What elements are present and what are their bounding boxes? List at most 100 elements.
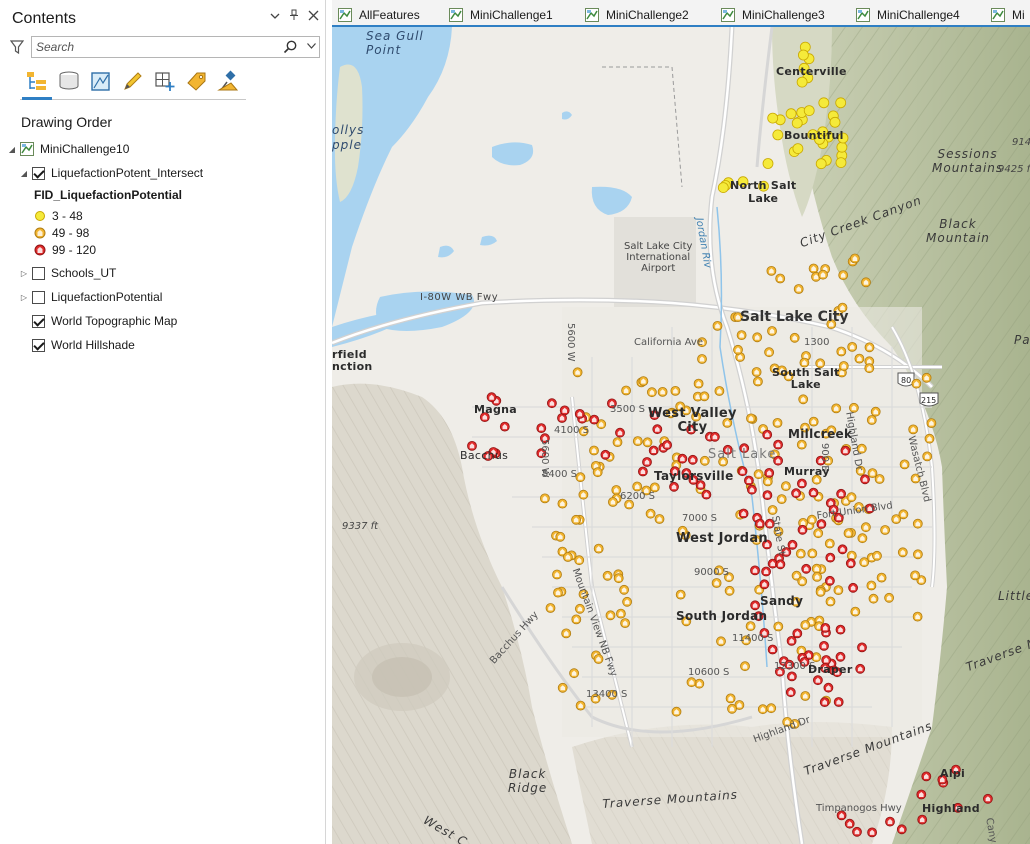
legend-class: 99 - 120 xyxy=(34,242,96,258)
school-point[interactable] xyxy=(797,49,809,61)
list-by-editing-icon[interactable] xyxy=(120,68,146,94)
search-icon[interactable] xyxy=(282,39,298,55)
tab-label: MiniChallenge1 xyxy=(470,8,553,22)
filter-icon[interactable] xyxy=(10,39,24,55)
label-3500s: 3500 S xyxy=(610,404,645,415)
school-point[interactable] xyxy=(772,129,784,141)
legend-class: 49 - 98 xyxy=(34,225,89,241)
search-input[interactable] xyxy=(36,39,272,55)
layer-name: Schools_UT xyxy=(51,266,117,280)
list-by-source-icon[interactable] xyxy=(56,68,82,94)
label-i215-shield: 215 xyxy=(921,396,937,405)
tab-label: Mi xyxy=(1012,8,1025,22)
label-taylorsville: Taylorsville xyxy=(654,469,734,483)
label-rollys-apple: ollys pple xyxy=(332,123,365,152)
search-options-dropdown-icon[interactable] xyxy=(304,38,318,56)
school-point[interactable] xyxy=(791,117,803,129)
collapse-arrow-icon[interactable]: ◢ xyxy=(7,145,17,154)
tab-minichallenge1[interactable]: MiniChallenge1 xyxy=(449,6,553,24)
tab-minichallenge4[interactable]: MiniChallenge4 xyxy=(856,6,960,24)
map-view[interactable]: Sea Gull Point ollys pple Centerville Bo… xyxy=(332,27,1030,844)
map-icon xyxy=(449,8,463,22)
map-node[interactable]: ◢ MiniChallenge10 xyxy=(7,139,129,159)
label-i80-fwy: I-80W WB Fwy xyxy=(420,292,499,303)
contents-title: Contents xyxy=(12,10,77,27)
layer-name: LiquefactionPotential xyxy=(51,290,163,304)
label-south-jordan: South Jordan xyxy=(676,609,768,623)
layer-visibility-checkbox[interactable] xyxy=(32,266,45,280)
label-timpanogos-hwy: Timpanogos Hwy xyxy=(816,803,902,814)
label-elev-9425: 9425 ft xyxy=(998,164,1030,175)
layer-liquefaction-intersect[interactable]: ◢ LiquefactionPotent_Intersect xyxy=(19,163,203,183)
list-by-perspective-imagery-icon[interactable] xyxy=(216,68,242,94)
school-point[interactable] xyxy=(829,116,841,128)
school-point[interactable] xyxy=(762,158,774,169)
label-draper: Draper xyxy=(808,663,853,676)
layer-liquefaction-potential[interactable]: ▷ LiquefactionPotential xyxy=(19,287,163,307)
label-5400s: 5400 S xyxy=(542,469,577,480)
expand-arrow-icon[interactable]: ▷ xyxy=(19,293,29,302)
pin-icon[interactable] xyxy=(286,9,302,25)
school-point[interactable] xyxy=(803,105,815,116)
layer-world-hillshade[interactable]: World Hillshade xyxy=(32,335,135,355)
label-elev-914: 914 xyxy=(1012,137,1030,148)
label-millcreek: Millcreek xyxy=(788,427,853,441)
school-point[interactable] xyxy=(792,143,804,154)
school-point[interactable] xyxy=(717,182,729,194)
list-by-drawing-order-icon[interactable] xyxy=(22,68,52,100)
school-point[interactable] xyxy=(836,141,848,153)
school-point[interactable] xyxy=(815,158,827,170)
label-sea-gull-point: Sea Gull Point xyxy=(366,29,424,57)
legend-class-label: 99 - 120 xyxy=(52,243,97,257)
chevron-down-icon[interactable] xyxy=(267,9,283,25)
expand-arrow-icon[interactable]: ▷ xyxy=(19,269,29,278)
label-sessions-mountains: Sessions Mountains xyxy=(932,147,1004,175)
label-5600w: 5600 W xyxy=(565,323,576,362)
contents-header: Contents xyxy=(0,0,326,34)
list-by-selection-icon[interactable] xyxy=(88,68,114,94)
layer-visibility-checkbox[interactable] xyxy=(32,338,45,352)
label-pa: Pa xyxy=(1014,333,1030,347)
layer-world-topographic[interactable]: World Topographic Map xyxy=(32,311,177,331)
school-point[interactable] xyxy=(835,157,847,169)
layer-visibility-checkbox[interactable] xyxy=(32,166,45,180)
tab-minichallenge2[interactable]: MiniChallenge2 xyxy=(585,6,689,24)
red-school-symbol-icon xyxy=(34,244,46,256)
list-by-labeling-icon[interactable] xyxy=(184,68,210,94)
collapse-arrow-icon[interactable]: ◢ xyxy=(19,169,29,178)
label-airport: Salt Lake City International Airport xyxy=(624,241,693,274)
label-7000s: 7000 S xyxy=(682,513,717,524)
label-magna: Magna xyxy=(474,403,517,416)
tab-label: AllFeatures xyxy=(359,8,420,22)
layer-name: LiquefactionPotent_Intersect xyxy=(51,166,204,180)
label-alpine: Alpi xyxy=(940,767,966,780)
list-by-snapping-icon[interactable] xyxy=(152,68,178,94)
label-i80-shield: 80 xyxy=(901,376,912,385)
search-field[interactable] xyxy=(31,36,320,58)
close-icon[interactable] xyxy=(305,9,321,25)
layer-visibility-checkbox[interactable] xyxy=(32,290,45,304)
school-point[interactable] xyxy=(785,108,797,120)
school-point[interactable] xyxy=(796,76,808,88)
label-centerville: Centerville xyxy=(776,65,847,78)
school-point[interactable] xyxy=(835,97,847,109)
layer-schools[interactable]: ▷ Schools_UT xyxy=(19,263,116,283)
yellow-circle-symbol-icon xyxy=(35,211,45,221)
tab-label: MiniChallenge4 xyxy=(877,8,960,22)
legend-field-name: FID_LiquefactionPotential xyxy=(34,188,183,202)
label-11400s: 11400 S xyxy=(732,633,774,644)
school-point[interactable] xyxy=(767,112,779,124)
tab-allfeatures[interactable]: AllFeatures xyxy=(338,6,420,24)
label-fairfield-junction: rfield nction xyxy=(332,348,373,373)
layer-name: World Topographic Map xyxy=(51,314,178,328)
school-point[interactable] xyxy=(818,97,830,109)
tab-minichallenge3[interactable]: MiniChallenge3 xyxy=(721,6,825,24)
label-california-ave: California Ave xyxy=(634,337,703,348)
label-south-salt-lake: South Salt Lake xyxy=(772,366,840,391)
tab-label: MiniChallenge3 xyxy=(742,8,825,22)
label-13400s: 13400 S xyxy=(586,689,628,700)
orange-school-symbol-icon xyxy=(34,227,46,239)
tab-minichallenge-more[interactable]: Mi xyxy=(991,6,1025,24)
legend-class-label: 3 - 48 xyxy=(52,209,83,223)
layer-visibility-checkbox[interactable] xyxy=(32,314,45,328)
